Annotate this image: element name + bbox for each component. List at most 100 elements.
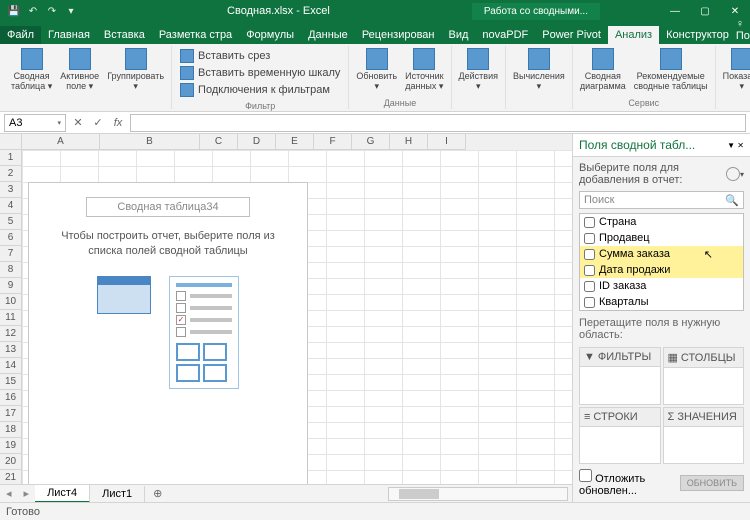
values-icon: Σ xyxy=(668,411,675,423)
defer-update-checkbox[interactable]: Отложить обновлен... xyxy=(579,469,680,497)
row-header-2[interactable]: 2 xyxy=(0,166,22,182)
field-country[interactable]: Страна xyxy=(580,214,743,230)
tab-formulas[interactable]: Формулы xyxy=(239,26,301,44)
row-header-5[interactable]: 5 xyxy=(0,214,22,230)
col-header-A[interactable]: A xyxy=(22,134,100,150)
fields-list[interactable]: Страна Продавец Сумма заказа↖ Дата прода… xyxy=(579,213,744,311)
maximize-button[interactable]: ▢ xyxy=(690,0,720,22)
context-tab-label: Работа со сводными... xyxy=(472,3,600,20)
col-header-I[interactable]: I xyxy=(428,134,466,150)
filter-icon: ▼ xyxy=(584,351,595,363)
tab-view[interactable]: Вид xyxy=(442,26,476,44)
formula-input[interactable] xyxy=(130,114,746,132)
ribbon-tabs: Файл Главная Вставка Разметка стра Форму… xyxy=(0,22,750,44)
tab-file[interactable]: Файл xyxy=(0,26,41,44)
insert-timeline-button[interactable]: Вставить временную шкалу xyxy=(178,65,342,81)
row-header-20[interactable]: 20 xyxy=(0,454,22,470)
field-order-id[interactable]: ID заказа xyxy=(580,278,743,294)
tab-analyze[interactable]: Анализ xyxy=(608,26,659,44)
data-source-button[interactable]: Источник данных ▾ xyxy=(402,46,446,97)
qat-dropdown-icon[interactable]: ▾ xyxy=(63,3,79,19)
tab-insert[interactable]: Вставка xyxy=(97,26,152,44)
redo-icon[interactable]: ↷ xyxy=(44,3,60,19)
rows-zone[interactable]: ≡СТРОКИ xyxy=(579,407,661,465)
row-header-16[interactable]: 16 xyxy=(0,390,22,406)
field-seller[interactable]: Продавец xyxy=(580,230,743,246)
row-header-9[interactable]: 9 xyxy=(0,278,22,294)
fields-search-input[interactable]: Поиск🔍 xyxy=(579,191,744,209)
field-quarters[interactable]: Кварталы xyxy=(580,294,743,310)
col-header-D[interactable]: D xyxy=(238,134,276,150)
field-order-amount[interactable]: Сумма заказа↖ xyxy=(580,246,743,262)
insert-slicer-button[interactable]: Вставить срез xyxy=(178,48,342,64)
select-all-corner[interactable] xyxy=(0,134,22,150)
col-header-C[interactable]: C xyxy=(200,134,238,150)
row-header-21[interactable]: 21 xyxy=(0,470,22,484)
tab-powerpivot[interactable]: Power Pivot xyxy=(535,26,608,44)
col-header-H[interactable]: H xyxy=(390,134,428,150)
tab-novapdf[interactable]: novaPDF xyxy=(475,26,535,44)
undo-icon[interactable]: ↶ xyxy=(25,3,41,19)
row-header-3[interactable]: 3 xyxy=(0,182,22,198)
row-header-6[interactable]: 6 xyxy=(0,230,22,246)
tell-me[interactable]: ♀ Помощ xyxy=(736,18,750,42)
tab-review[interactable]: Рецензирован xyxy=(355,26,442,44)
cancel-icon[interactable]: ✕ xyxy=(70,116,86,129)
filter-connections-button[interactable]: Подключения к фильтрам xyxy=(178,82,342,98)
show-button[interactable]: Показать ▾ xyxy=(720,46,750,107)
sheet-nav-prev-icon[interactable]: ◂ xyxy=(0,487,18,500)
row-header-8[interactable]: 8 xyxy=(0,262,22,278)
rows-icon: ≡ xyxy=(584,411,590,423)
row-header-17[interactable]: 17 xyxy=(0,406,22,422)
field-sale-date[interactable]: Дата продажи xyxy=(580,262,743,278)
enter-icon[interactable]: ✓ xyxy=(90,116,106,129)
update-button[interactable]: ОБНОВИТЬ xyxy=(680,475,744,491)
group-button[interactable]: Группировать ▾ xyxy=(104,46,167,107)
filters-zone[interactable]: ▼ФИЛЬТРЫ xyxy=(579,347,661,405)
col-header-F[interactable]: F xyxy=(314,134,352,150)
values-zone[interactable]: ΣЗНАЧЕНИЯ xyxy=(663,407,745,465)
active-field-button[interactable]: Активное поле ▾ xyxy=(57,46,102,107)
pivot-illustration: ✓ xyxy=(43,276,293,389)
row-header-18[interactable]: 18 xyxy=(0,422,22,438)
row-header-10[interactable]: 10 xyxy=(0,294,22,310)
row-header-4[interactable]: 4 xyxy=(0,198,22,214)
status-text: Готово xyxy=(6,506,40,518)
row-header-13[interactable]: 13 xyxy=(0,342,22,358)
pivot-title: Сводная таблица34 xyxy=(86,197,249,217)
row-header-14[interactable]: 14 xyxy=(0,358,22,374)
pivot-chart-button[interactable]: Сводная диаграмма xyxy=(577,46,629,97)
sheet-tab-active[interactable]: Лист4 xyxy=(35,485,90,503)
horizontal-scrollbar[interactable] xyxy=(388,487,568,501)
tab-data[interactable]: Данные xyxy=(301,26,355,44)
col-header-E[interactable]: E xyxy=(276,134,314,150)
minimize-button[interactable]: — xyxy=(660,0,690,22)
tab-layout[interactable]: Разметка стра xyxy=(152,26,239,44)
actions-button[interactable]: Действия ▾ xyxy=(456,46,501,107)
pivot-table-button[interactable]: Сводная таблица ▾ xyxy=(8,46,55,107)
calculations-button[interactable]: Вычисления ▾ xyxy=(510,46,568,107)
row-header-12[interactable]: 12 xyxy=(0,326,22,342)
add-sheet-button[interactable]: ⊕ xyxy=(145,487,170,500)
save-icon[interactable]: 💾 xyxy=(6,3,22,19)
name-box[interactable]: A3▾ xyxy=(4,114,66,132)
tab-design[interactable]: Конструктор xyxy=(659,26,736,44)
row-header-19[interactable]: 19 xyxy=(0,438,22,454)
recommended-pivots-button[interactable]: Рекомендуемые сводные таблицы xyxy=(631,46,711,97)
sheet-tab-1[interactable]: Лист1 xyxy=(90,486,145,502)
row-header-11[interactable]: 11 xyxy=(0,310,22,326)
col-header-B[interactable]: B xyxy=(100,134,200,150)
columns-zone[interactable]: ▦СТОЛБЦЫ xyxy=(663,347,745,405)
col-header-G[interactable]: G xyxy=(352,134,390,150)
row-header-1[interactable]: 1 xyxy=(0,150,22,166)
fields-pane-dropdown-icon[interactable]: ▼ ✕ xyxy=(727,141,744,150)
fields-pane-title: Поля сводной табл... xyxy=(579,138,695,152)
refresh-button[interactable]: Обновить ▾ xyxy=(353,46,400,97)
row-header-7[interactable]: 7 xyxy=(0,246,22,262)
row-header-15[interactable]: 15 xyxy=(0,374,22,390)
tab-home[interactable]: Главная xyxy=(41,26,97,44)
worksheet-grid[interactable]: ABCDEFGHI 123456789101112131415161718192… xyxy=(0,134,572,484)
sheet-nav-next-icon[interactable]: ▸ xyxy=(18,487,36,500)
fx-icon[interactable]: fx xyxy=(110,117,126,129)
gear-icon[interactable] xyxy=(726,167,740,181)
